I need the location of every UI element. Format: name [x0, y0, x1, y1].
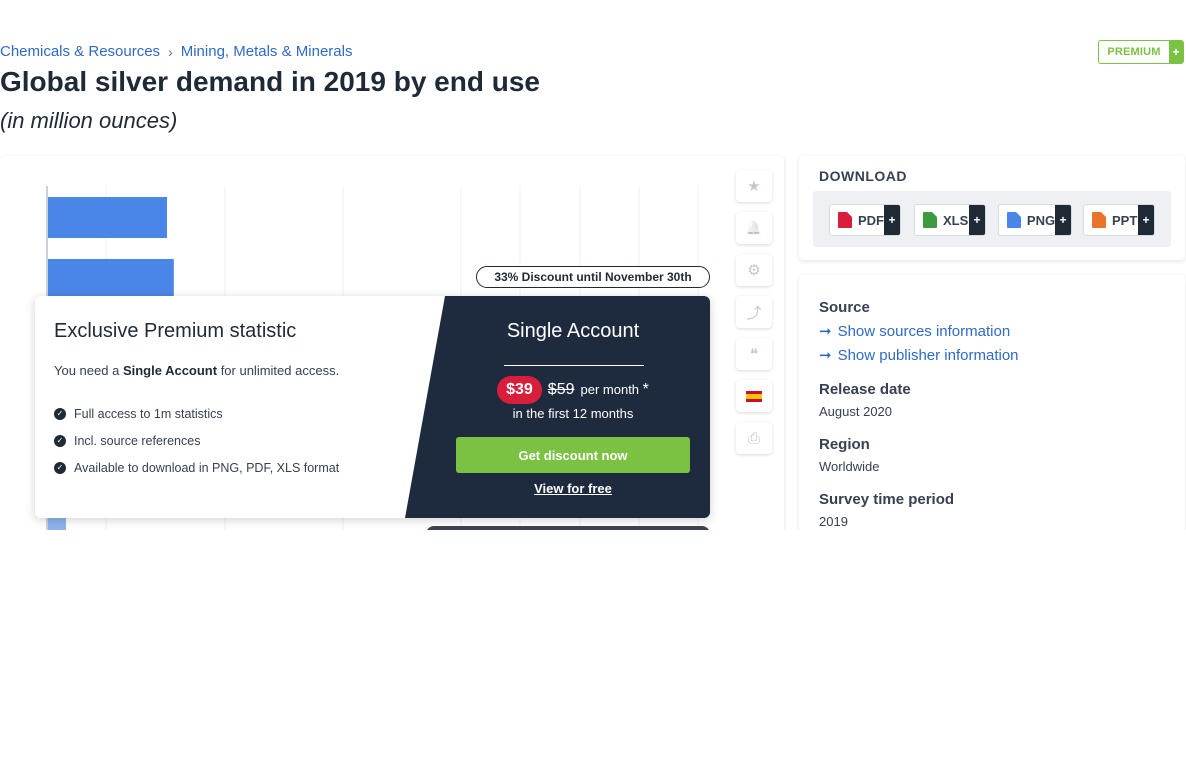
chart-toolbar: ★ 🔔 ⚙ ⤴ ❝ ⎙	[736, 170, 772, 464]
download-ppt-label: PPT	[1112, 212, 1138, 228]
chart-bar	[48, 259, 174, 300]
download-pdf-button[interactable]: PDF +	[829, 204, 901, 236]
price-row: $39 $59 per month *	[456, 376, 690, 404]
favorite-button[interactable]: ★	[736, 170, 772, 202]
region-value: Worldwide	[819, 459, 880, 474]
page-title: Global silver demand in 2019 by end use	[0, 66, 540, 97]
page-blank-area	[0, 530, 1186, 760]
language-button[interactable]	[736, 380, 772, 412]
check-icon: ✓	[54, 434, 66, 447]
settings-button[interactable]: ⚙	[736, 254, 772, 286]
plus-icon: +	[884, 205, 900, 235]
survey-period-value: 2019	[819, 514, 848, 529]
feature-text: Full access to 1m statistics	[74, 406, 223, 421]
survey-period-heading: Survey time period	[819, 491, 955, 508]
chart-bar	[48, 197, 167, 238]
download-ppt-button[interactable]: PPT +	[1083, 204, 1155, 236]
price-discounted: $39	[497, 376, 542, 404]
premium-plus-icon: +	[1169, 41, 1183, 63]
share-icon: ⤴	[746, 304, 762, 322]
asterisk: *	[642, 381, 649, 398]
view-for-free-link[interactable]: View for free	[456, 481, 690, 496]
share-button[interactable]: ⤴	[736, 296, 772, 328]
download-row: PDF + XLS + PNG + PPT +	[813, 191, 1171, 247]
feature-item: ✓ Incl. source references	[54, 427, 339, 454]
feature-item: ✓ Available to download in PNG, PDF, XLS …	[54, 454, 339, 481]
download-xls-button[interactable]: XLS +	[914, 204, 986, 236]
release-date-heading: Release date	[819, 381, 911, 398]
per-month-label: per month *	[581, 381, 649, 399]
first-months-note: in the first 12 months	[512, 406, 634, 421]
show-sources-label: Show sources information	[837, 322, 1011, 340]
need-account: Single Account	[122, 363, 218, 378]
quote-icon: ❝	[749, 346, 759, 363]
download-png-label: PNG	[1026, 212, 1056, 228]
show-sources-link[interactable]: ➞ Show sources information	[819, 322, 1011, 341]
need-suffix: for unlimited access.	[217, 363, 340, 378]
paywall-title: Exclusive Premium statistic	[54, 320, 297, 342]
show-publisher-label: Show publisher information	[837, 346, 1019, 364]
arrow-right-icon: ➞	[819, 347, 832, 364]
spain-flag-icon	[746, 390, 762, 402]
download-card: DOWNLOAD PDF + XLS + PNG + PPT +	[799, 156, 1185, 260]
details-card: Source ➞ Show sources information ➞ Show p…	[799, 275, 1185, 565]
print-icon: ⎙	[747, 429, 760, 447]
paywall-panel: Exclusive Premium statistic You need a S…	[35, 296, 710, 518]
breadcrumb-separator: ›	[168, 43, 173, 60]
get-discount-button[interactable]: Get discount now	[456, 437, 690, 473]
check-icon: ✓	[54, 461, 66, 474]
premium-badge[interactable]: PREMIUM +	[1098, 40, 1184, 64]
release-date-value: August 2020	[819, 404, 893, 419]
arrow-right-icon: ➞	[819, 323, 832, 340]
plus-icon: +	[969, 205, 985, 235]
plus-icon: +	[1138, 205, 1154, 235]
pdf-icon	[838, 212, 852, 228]
page-subtitle: (in million ounces)	[0, 108, 178, 133]
discount-pill: 33% Discount until November 30th	[476, 266, 710, 288]
per-month-text: per month	[580, 382, 640, 397]
plus-icon: +	[1055, 205, 1071, 235]
account-title: Single Account	[506, 320, 640, 342]
feature-item: ✓ Full access to 1m statistics	[54, 400, 339, 427]
price-original: $59	[547, 381, 575, 398]
gear-icon: ⚙	[747, 262, 761, 279]
xls-icon	[923, 212, 937, 228]
feature-list: ✓ Full access to 1m statistics ✓ Incl. sou…	[54, 400, 339, 481]
download-xls-label: XLS	[943, 212, 969, 228]
source-heading: Source	[819, 299, 870, 316]
check-icon: ✓	[54, 407, 66, 420]
breadcrumb: Chemicals & Resources › Mining, Metals &…	[0, 43, 352, 60]
download-pdf-label: PDF	[858, 212, 884, 228]
download-png-button[interactable]: PNG +	[998, 204, 1072, 236]
print-button[interactable]: ⎙	[736, 422, 772, 454]
breadcrumb-chemicals-resources[interactable]: Chemicals & Resources	[0, 43, 160, 60]
ppt-icon	[1092, 212, 1106, 228]
premium-label: PREMIUM	[1107, 46, 1161, 58]
paywall-need-text: You need a Single Account for unlimited …	[54, 363, 339, 378]
png-icon	[1007, 212, 1021, 228]
account-divider	[504, 365, 644, 366]
region-heading: Region	[819, 436, 870, 453]
breadcrumb-mining-metals-minerals[interactable]: Mining, Metals & Minerals	[181, 43, 353, 60]
star-icon: ★	[747, 178, 761, 195]
feature-text: Available to download in PNG, PDF, XLS f…	[74, 460, 340, 475]
bell-icon: 🔔	[745, 220, 763, 235]
notification-button[interactable]: 🔔	[736, 212, 772, 244]
cite-button[interactable]: ❝	[736, 338, 772, 370]
feature-text: Incl. source references	[74, 433, 201, 448]
need-prefix: You need a	[54, 363, 123, 378]
download-heading: DOWNLOAD	[819, 168, 907, 184]
show-publisher-link[interactable]: ➞ Show publisher information	[819, 346, 1019, 365]
chart-card: 33% Discount until November 30th Exclusi…	[0, 156, 784, 536]
